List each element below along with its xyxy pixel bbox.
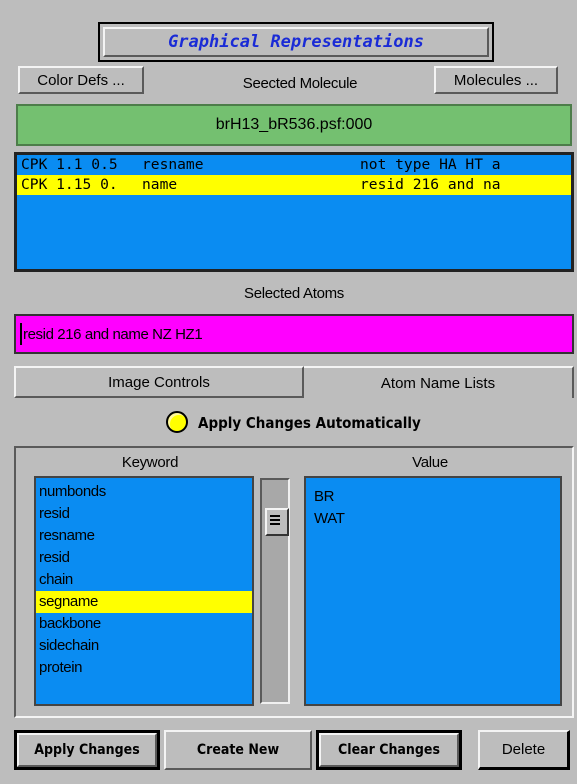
- thumb-grip-line: [270, 515, 280, 517]
- apply-changes-label: Apply Changes: [17, 733, 157, 767]
- keyword-item[interactable]: numbonds: [36, 481, 252, 503]
- rep-style: CPK 1.1 0.5: [21, 156, 118, 173]
- keyword-scrollbar[interactable]: [260, 478, 290, 704]
- value-list[interactable]: BR WAT: [304, 476, 562, 706]
- apply-auto-toggle-icon[interactable]: [166, 411, 188, 433]
- representation-row[interactable]: CPK 1.15 0. name resid 216 and na: [17, 175, 571, 195]
- selected-atoms-input[interactable]: resid 216 and name NZ HZ1: [14, 314, 574, 354]
- representation-row[interactable]: CPK 1.1 0.5 resname not type HA HT a: [17, 155, 571, 175]
- value-item[interactable]: WAT: [314, 508, 560, 530]
- keyword-item[interactable]: resid: [36, 547, 252, 569]
- text-cursor: [20, 323, 22, 345]
- title-plate: Graphical Representations: [103, 27, 489, 57]
- representation-list[interactable]: CPK 1.1 0.5 resname not type HA HT a CPK 1.…: [14, 152, 574, 272]
- thumb-grip-line: [270, 519, 280, 521]
- apply-changes-button[interactable]: Apply Changes: [14, 730, 160, 770]
- keyword-rows: numbonds resid resname resid chain segname bac…: [36, 481, 252, 679]
- tab-image-controls[interactable]: Image Controls: [14, 366, 304, 398]
- selected-molecule-field[interactable]: brH13_bR536.psf:000: [16, 104, 572, 146]
- rep-style: CPK 1.15 0.: [21, 176, 118, 193]
- rep-color: resname: [142, 156, 204, 173]
- rep-color: name: [142, 176, 178, 193]
- keyword-item[interactable]: chain: [36, 569, 252, 591]
- window-title: Graphical Representations: [168, 32, 424, 52]
- rep-selection: not type HA HT a: [360, 156, 501, 173]
- keyword-item[interactable]: resid: [36, 503, 252, 525]
- delete-button[interactable]: Delete: [478, 730, 570, 770]
- create-new-button[interactable]: Create New: [164, 730, 312, 770]
- keyword-item[interactable]: backbone: [36, 613, 252, 635]
- scrollbar-thumb[interactable]: [265, 508, 289, 536]
- apply-auto-label[interactable]: Apply Changes Automatically: [198, 410, 498, 436]
- selected-atoms-value: resid 216 and name NZ HZ1: [23, 325, 203, 343]
- keyword-item[interactable]: resname: [36, 525, 252, 547]
- value-rows: BR WAT: [314, 486, 560, 530]
- color-defs-button[interactable]: Color Defs ...: [18, 66, 144, 94]
- keyword-item[interactable]: sidechain: [36, 635, 252, 657]
- molecules-button[interactable]: Molecules ...: [434, 66, 558, 94]
- selected-molecule-label: Seected Molecule: [242, 74, 358, 92]
- value-header: Value: [412, 453, 448, 471]
- keyword-header: Keyword: [121, 453, 179, 471]
- keyword-item[interactable]: protein: [36, 657, 252, 679]
- keyword-list[interactable]: numbonds resid resname resid chain segname bac…: [34, 476, 254, 706]
- selected-atoms-label: Selected Atoms: [243, 284, 345, 302]
- value-item[interactable]: BR: [314, 486, 560, 508]
- keyword-item[interactable]: segname: [36, 591, 252, 613]
- tab-atom-name-lists[interactable]: Atom Name Lists: [304, 366, 574, 398]
- representation-rows: CPK 1.1 0.5 resname not type HA HT a CPK 1.…: [17, 155, 571, 195]
- title-frame: Graphical Representations: [98, 22, 494, 62]
- thumb-grip-line: [270, 523, 280, 525]
- clear-changes-button[interactable]: Clear Changes: [316, 730, 462, 770]
- rep-selection: resid 216 and na: [360, 176, 501, 193]
- clear-changes-label: Clear Changes: [319, 733, 459, 767]
